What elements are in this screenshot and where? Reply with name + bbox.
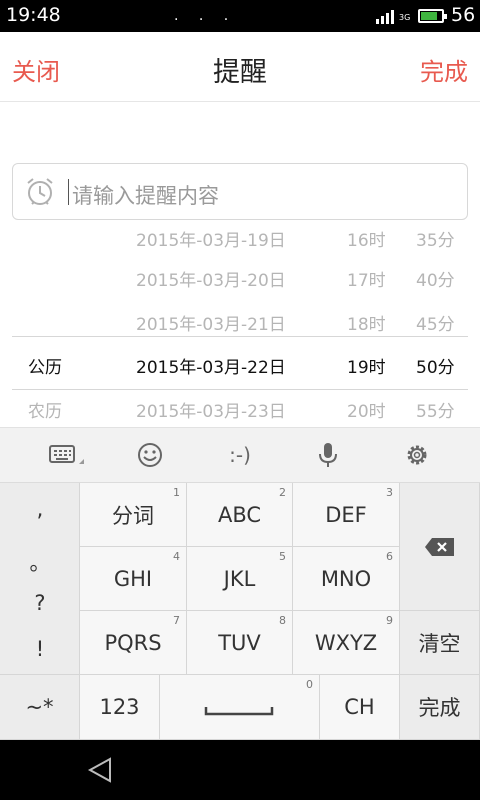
key-9[interactable]: WXYZ 9 xyxy=(293,611,400,675)
period-key[interactable]: 。 xyxy=(0,547,80,577)
reminder-placeholder: 请输入提醒内容 xyxy=(72,184,219,208)
picker-minute: 45分 xyxy=(416,315,455,335)
battery-level: 56 xyxy=(451,4,476,26)
keyboard-toolbar: :-) xyxy=(0,427,480,483)
picker-date: 2015年-03月-21日 xyxy=(136,315,286,335)
signal-icon xyxy=(376,10,394,24)
key-4[interactable]: GHI 4 xyxy=(80,547,187,611)
datetime-picker[interactable]: 2015年-03月-19日 16时 35分 2015年-03月-20日 17时 … xyxy=(0,226,480,427)
t9-keyboard: , 。 ? ! 分词 1 ABC 2 DEF 3 GHI 4 JKL 5 MNO 6 PQR… xyxy=(0,483,480,740)
key-3[interactable]: DEF 3 xyxy=(293,483,400,547)
picker-date: 2015年-03月-22日 xyxy=(136,358,286,378)
ch-language-key[interactable]: CH xyxy=(320,675,400,740)
picker-minute: 35分 xyxy=(416,231,455,251)
picker-hour: 18时 xyxy=(347,315,386,335)
picker-row[interactable]: 2015年-03月-20日 17时 40分 xyxy=(0,254,480,298)
picker-minute: 40分 xyxy=(416,271,455,291)
numbers-key[interactable]: 123 xyxy=(80,675,160,740)
microphone-icon[interactable] xyxy=(312,440,344,470)
alarm-clock-icon xyxy=(27,178,53,205)
picker-hour: 17时 xyxy=(347,271,386,291)
key-6[interactable]: MNO 6 xyxy=(293,547,400,611)
symbols-key[interactable]: ~* xyxy=(0,675,80,740)
picker-selection-line xyxy=(12,336,468,337)
network-type: 3G xyxy=(399,13,411,22)
text-caret xyxy=(68,179,69,205)
picker-date: 2015年-03月-20日 xyxy=(136,271,286,291)
picker-hour: 16时 xyxy=(347,231,386,251)
key-8[interactable]: TUV 8 xyxy=(187,611,293,675)
keyboard-done-button[interactable]: 完成 xyxy=(400,675,480,740)
gear-icon[interactable] xyxy=(401,440,433,470)
picker-date: 2015年-03月-19日 xyxy=(136,231,286,251)
keyboard-icon[interactable] xyxy=(46,444,86,470)
comma-key[interactable]: , xyxy=(0,497,80,521)
space-key[interactable]: 0 xyxy=(160,675,320,740)
emoticon-button[interactable]: :-) xyxy=(220,440,260,470)
picker-hour: 20时 xyxy=(347,402,386,422)
key-1[interactable]: 分词 1 xyxy=(80,483,187,547)
question-key[interactable]: ? xyxy=(0,591,80,615)
done-button[interactable]: 完成 xyxy=(420,52,468,87)
symbol-column: , 。 ? ! xyxy=(0,483,80,675)
backspace-button[interactable] xyxy=(400,483,480,611)
key-5[interactable]: JKL 5 xyxy=(187,547,293,611)
header-bar: 关闭 提醒 完成 xyxy=(0,32,480,102)
picker-row[interactable]: 农历 2015年-03月-23日 20时 55分 xyxy=(0,385,480,427)
picker-minute: 50分 xyxy=(416,358,455,378)
key-2[interactable]: ABC 2 xyxy=(187,483,293,547)
calendar-type-gregorian[interactable]: 公历 xyxy=(28,353,62,378)
smiley-icon[interactable] xyxy=(134,440,166,470)
navigation-bar xyxy=(0,740,480,800)
picker-row-selected[interactable]: 公历 2015年-03月-22日 19时 50分 xyxy=(0,341,480,385)
calendar-type-lunar[interactable]: 农历 xyxy=(28,397,62,422)
reminder-input[interactable]: 请输入提醒内容 xyxy=(12,163,468,220)
picker-minute: 55分 xyxy=(416,402,455,422)
picker-hour: 19时 xyxy=(347,358,386,378)
picker-date: 2015年-03月-23日 xyxy=(136,402,286,422)
battery-icon xyxy=(418,9,447,23)
status-time: 19:48 xyxy=(6,4,61,26)
space-bar-icon xyxy=(204,707,274,716)
page-title: 提醒 xyxy=(213,57,267,88)
status-bar: 19:48 . . . 3G 56 xyxy=(0,0,480,32)
status-dots: . . . xyxy=(174,8,237,24)
exclamation-key[interactable]: ! xyxy=(0,637,80,661)
back-triangle-icon[interactable] xyxy=(86,755,114,785)
key-7[interactable]: PQRS 7 xyxy=(80,611,187,675)
clear-button[interactable]: 清空 xyxy=(400,611,480,675)
backspace-icon xyxy=(425,538,454,556)
